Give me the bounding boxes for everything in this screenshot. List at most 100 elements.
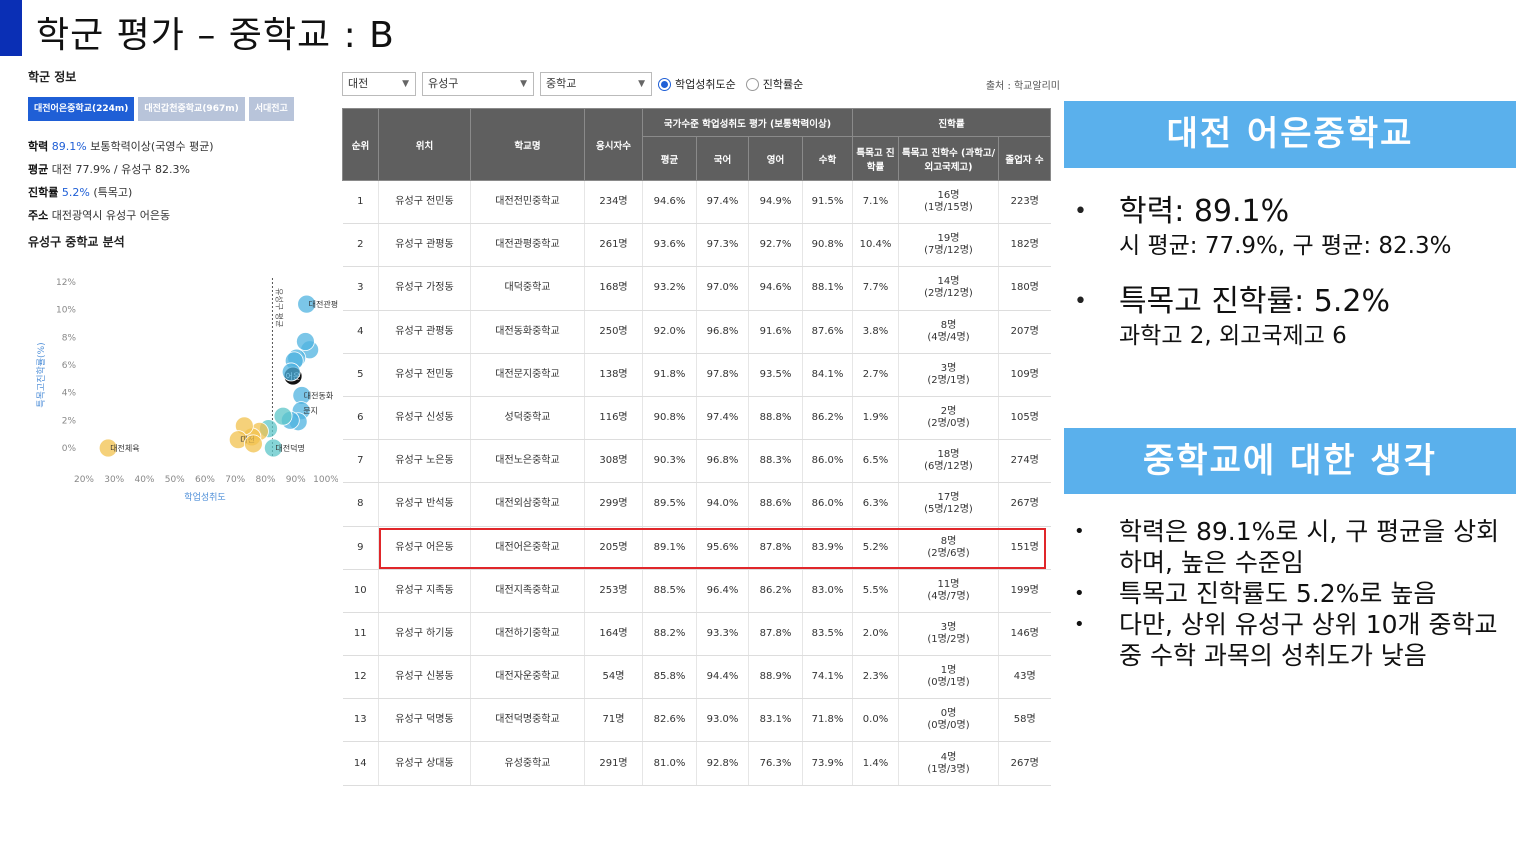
tab-school-2[interactable]: 대전갑천중학교(967m)	[138, 97, 245, 121]
filter-toolbar: 대전 ▼ 유성구 ▼ 중학교 ▼ 학업성취도순 진학률순 출처 : 학교알리미	[342, 71, 1060, 97]
table-row: 5 유성구 전민동 대전문지중학교 138명 91.8% 97.8% 93.5% 84.1% 2…	[342, 353, 1051, 397]
radio-unselected-icon	[745, 77, 759, 91]
cell-cnt: 8명 (4명/4명)	[898, 310, 999, 354]
cell-rate: 0.0%	[852, 698, 899, 743]
x-tick-label: 70%	[225, 475, 245, 485]
chevron-down-icon: ▼	[638, 79, 645, 89]
point-label: 문지	[303, 407, 318, 416]
cell-grad: 207명	[998, 310, 1051, 354]
tab-school-1[interactable]: 대전어은중학교(224m)	[28, 97, 135, 121]
cell-eng: 94.9%	[748, 180, 803, 225]
header-average: 평균	[642, 136, 697, 181]
school-info-list: 학력 89.1% 보통학력이상(국영수 평균) 평균 대전 77.9% / 유성…	[28, 135, 338, 227]
header-students: 응시자수	[584, 108, 643, 181]
cell-rate: 2.3%	[852, 655, 899, 700]
summary-advance-sub: 과학고 2, 외고국제고 6	[1119, 323, 1347, 349]
y-tick-label: 0%	[62, 444, 77, 454]
cell-rate: 5.2%	[852, 526, 899, 570]
cell-avg: 89.5%	[642, 482, 697, 527]
x-tick-label: 20%	[74, 475, 94, 485]
cell-cnt: 18명 (6명/12명)	[898, 439, 999, 484]
cell-loc: 유성구 전민동	[378, 180, 471, 225]
level-select[interactable]: 중학교 ▼	[540, 72, 652, 96]
point-label: 대전덕명	[275, 443, 304, 453]
cell-rate: 6.5%	[852, 439, 899, 484]
data-point	[273, 406, 293, 426]
cell-cnt: 4명 (1명/3명)	[898, 741, 999, 786]
cell-eng: 88.9%	[748, 655, 803, 700]
cell-kor: 97.8%	[696, 353, 749, 397]
table-row: 6 유성구 신성동 성덕중학교 116명 90.8% 97.4% 88.8% 86.2% 1.9…	[342, 396, 1051, 441]
cell-cnt: 2명 (2명/0명)	[898, 396, 999, 441]
cell-loc: 유성구 신성동	[378, 396, 471, 441]
cell-students: 164명	[584, 612, 643, 657]
cell-loc: 유성구 덕명동	[378, 698, 471, 743]
x-tick-label: 80%	[255, 475, 275, 485]
cell-avg: 90.8%	[642, 396, 697, 441]
cell-kor: 95.6%	[696, 526, 749, 570]
analysis-heading: 유성구 중학교 분석	[28, 235, 125, 249]
table-row: 7 유성구 노은동 대전노은중학교 308명 90.3% 96.8% 88.3% 86.0% 6…	[342, 439, 1051, 484]
cell-avg: 81.0%	[642, 741, 697, 786]
scatter-chart: 12% 10% 8% 6% 4% 2% 0% 20% 30% 40% 50% 60% 70% 80% 90%…	[28, 270, 339, 510]
cell-kor: 97.0%	[696, 266, 749, 311]
cell-loc: 유성구 노은동	[378, 439, 471, 484]
school-info-heading: 학군 정보	[28, 70, 77, 84]
school-ranking-table: 순위 위치 학교명 응시자수 국가수준 학업성취도 평가 (보통학력이상) 진학…	[342, 108, 1051, 786]
cell-avg: 93.6%	[642, 223, 697, 268]
cell-grad: 223명	[998, 180, 1051, 225]
cell-math: 73.9%	[802, 741, 853, 786]
cell-rate: 1.9%	[852, 396, 899, 441]
cell-name: 대전덕명중학교	[470, 698, 585, 743]
cell-cnt: 3명 (1명/2명)	[898, 612, 999, 657]
sort-by-score-radio[interactable]: 학업성취도순	[658, 76, 736, 92]
sort-by-advance-radio[interactable]: 진학률순	[745, 76, 803, 92]
y-tick-label: 2%	[62, 416, 77, 426]
cell-rank: 4	[342, 310, 379, 354]
cell-kor: 96.8%	[696, 310, 749, 354]
bullet-icon: •	[1074, 521, 1085, 542]
cell-loc: 유성구 관평동	[378, 310, 471, 354]
cell-grad: 274명	[998, 439, 1051, 484]
radio-selected-icon	[658, 77, 671, 91]
cell-math: 86.0%	[802, 482, 853, 527]
cell-rate: 6.3%	[852, 482, 899, 527]
cell-loc: 유성구 신봉동	[378, 655, 471, 700]
school-name-heading: 대전 어은중학교	[1064, 101, 1516, 168]
cell-name: 대전자운중학교	[470, 655, 585, 700]
tab-school-3[interactable]: 서대전고	[248, 97, 294, 121]
cell-name: 유성중학교	[470, 741, 585, 786]
cell-students: 299명	[584, 482, 643, 527]
x-tick-label: 100%	[313, 475, 338, 485]
cell-rate: 2.0%	[852, 612, 899, 657]
x-tick-label: 60%	[195, 475, 215, 485]
cell-kor: 97.4%	[696, 396, 749, 441]
cell-rank: 8	[342, 482, 379, 527]
y-tick-label: 12%	[56, 278, 76, 288]
cell-rank: 13	[342, 698, 379, 743]
cell-students: 205명	[584, 526, 643, 570]
cell-loc: 유성구 가정동	[378, 266, 471, 311]
thoughts-list: • 학력은 89.1%로 시, 구 평균을 상회하며, 높은 수준임 • 특목고 진…	[1074, 516, 1514, 671]
header-rank: 순위	[342, 108, 379, 181]
city-select[interactable]: 대전 ▼	[342, 72, 416, 96]
cell-eng: 87.8%	[748, 526, 803, 570]
district-select[interactable]: 유성구 ▼	[422, 72, 534, 96]
cell-students: 116명	[584, 396, 643, 441]
cell-eng: 88.3%	[748, 439, 803, 484]
data-point	[281, 362, 301, 382]
chevron-down-icon: ▼	[402, 79, 409, 89]
cell-eng: 88.8%	[748, 396, 803, 441]
cell-eng: 93.5%	[748, 353, 803, 397]
cell-students: 253명	[584, 569, 643, 613]
cell-rank: 9	[342, 526, 379, 570]
cell-loc: 유성구 상대동	[378, 741, 471, 786]
cell-math: 84.1%	[802, 353, 853, 397]
data-point	[296, 332, 315, 351]
cell-avg: 82.6%	[642, 698, 697, 743]
slide-title: 학군 평가 – 중학교 : B	[36, 15, 395, 56]
point-label: 대전관평	[309, 299, 338, 309]
x-tick-label: 50%	[165, 475, 185, 485]
cell-loc: 유성구 반석동	[378, 482, 471, 527]
point-label: 대전동화	[304, 390, 334, 400]
